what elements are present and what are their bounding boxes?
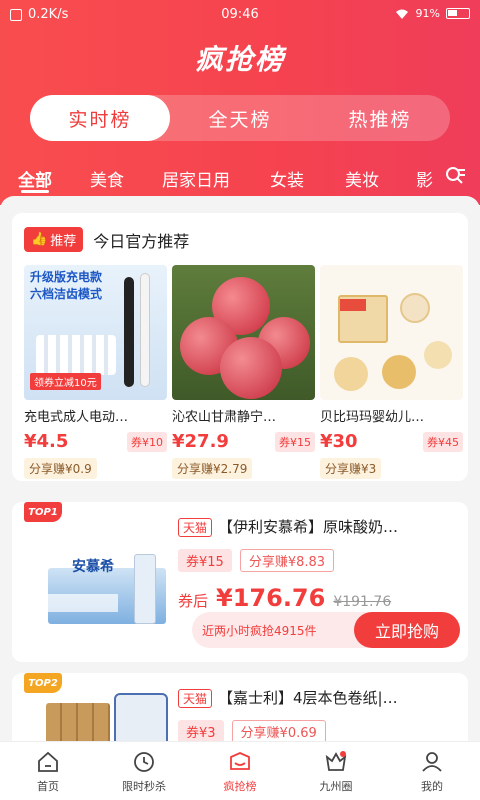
recommend-item-name: 贝比玛玛婴幼儿…	[320, 410, 425, 425]
tmall-badge: 天猫	[178, 689, 213, 708]
status-bar: 0.2K/s 09:46 91%	[0, 0, 480, 30]
tab-ranking[interactable]: 疯抢榜	[192, 742, 288, 800]
rank-badge: TOP2	[24, 673, 62, 693]
image-caption-1: 升级版充电款	[30, 270, 103, 284]
battery-icon	[446, 8, 470, 19]
recommend-item-share: 分享赚¥0.9	[24, 458, 97, 479]
rank-badge: TOP1	[24, 502, 62, 522]
tab-label: 九州圈	[319, 779, 353, 793]
apple-image	[172, 265, 315, 400]
category-active-indicator	[21, 190, 49, 193]
image-caption-2: 六档洁齿模式	[30, 287, 103, 301]
tab-label: 限时秒杀	[122, 779, 166, 793]
segment-hot[interactable]: 热推榜	[310, 95, 450, 141]
category-menu-icon[interactable]	[444, 165, 466, 187]
tab-home[interactable]: 首页	[0, 742, 96, 800]
product-card[interactable]: TOP2 天猫 【嘉士利】4层本色卷纸|… 券¥3 分享赚¥0.69	[12, 673, 468, 741]
recommend-item-price: ¥30	[320, 431, 358, 452]
recommend-item[interactable]: 沁农山甘肃静宁… ¥27.9 券¥15 分享赚¥2.79	[172, 265, 315, 479]
tissue-image	[42, 693, 172, 741]
recommend-item-price: ¥4.5	[24, 431, 69, 452]
ranking-segment-control: 实时榜 全天榜 热推榜	[30, 95, 450, 141]
product-title-text: 【嘉士利】4层本色卷纸|…	[218, 689, 398, 707]
category-tab-more[interactable]: 影	[416, 166, 433, 191]
tab-flash-sale[interactable]: 限时秒杀	[96, 742, 192, 800]
wifi-icon	[395, 9, 408, 19]
bottom-tab-bar: 首页 限时秒杀 疯抢榜 九州圈 我的	[0, 741, 480, 800]
recommend-item-price: ¥27.9	[172, 431, 229, 452]
image-brand: 安慕希	[72, 559, 114, 575]
category-tab-beauty[interactable]: 美妆	[345, 166, 379, 191]
toothbrush-image: 升级版充电款 六档洁齿模式 领券立减10元	[24, 265, 167, 400]
product-title: 天猫 【伊利安慕希】原味酸奶…	[178, 516, 458, 537]
recommend-card: 👍 推荐 今日官方推荐 升级版充电款 六档洁齿模式 领券立减10元 充电式成人电…	[12, 213, 468, 481]
image-promo-tag: 领券立减10元	[30, 373, 101, 390]
tmall-badge: 天猫	[178, 518, 213, 537]
battery-percent: 91%	[415, 7, 440, 20]
product-card[interactable]: TOP1 安慕希 天猫 【伊利安慕希】原味酸奶… 券¥15 分享赚¥8.83 券后…	[12, 502, 468, 662]
recommend-title: 今日官方推荐	[93, 231, 190, 251]
recommend-item[interactable]: 升级版充电款 六档洁齿模式 领券立减10元 充电式成人电动… ¥4.5 券¥10…	[24, 265, 167, 479]
after-coupon-label: 券后	[178, 592, 209, 610]
sales-note: 近两小时疯抢4915件	[202, 623, 317, 638]
recommend-item-share: 分享赚¥3	[320, 458, 382, 479]
share-earn-tag: 分享赚¥0.69	[231, 720, 326, 741]
category-tab-home[interactable]: 居家日用	[162, 166, 230, 191]
recommend-badge: 👍 推荐	[24, 227, 84, 252]
page-title: 疯抢榜	[194, 43, 285, 76]
segment-all-day[interactable]: 全天榜	[170, 95, 310, 141]
recommend-item-name: 沁农山甘肃静宁…	[172, 410, 277, 425]
coupon-tag: 券¥15	[178, 549, 232, 572]
recommend-item-coupon: 券¥10	[127, 431, 167, 452]
home-icon	[38, 751, 58, 772]
flash-sale-icon	[134, 751, 154, 772]
recommend-item[interactable]: 贝比玛玛婴幼儿… ¥30 券¥45 分享赚¥3	[320, 265, 463, 479]
coupon-tag: 券¥3	[178, 720, 224, 741]
yogurt-image: 安慕希	[42, 532, 172, 642]
tab-profile[interactable]: 我的	[384, 742, 480, 800]
category-tab-all[interactable]: 全部	[18, 166, 52, 191]
header: 0.2K/s 09:46 91% 疯抢榜 实时榜 全天榜 热推榜 全部 美食 居…	[0, 0, 480, 205]
buy-now-button[interactable]: 立即抢购	[354, 612, 460, 648]
product-title: 天猫 【嘉士利】4层本色卷纸|…	[178, 687, 458, 708]
baby-food-image	[320, 265, 463, 400]
tab-label: 我的	[421, 779, 443, 793]
product-title-text: 【伊利安慕希】原味酸奶…	[218, 518, 399, 536]
thumbs-up-icon: 👍	[31, 232, 48, 247]
ranking-icon	[230, 751, 250, 770]
tab-community[interactable]: 九州圈	[288, 742, 384, 800]
original-price: ¥191.76	[333, 594, 392, 610]
share-earn-tag: 分享赚¥8.83	[239, 549, 335, 572]
profile-icon	[422, 751, 442, 772]
community-icon	[325, 750, 347, 771]
recommend-item-share: 分享赚¥2.79	[172, 458, 253, 479]
recommend-item-coupon: 券¥15	[275, 431, 315, 452]
buy-row: 近两小时疯抢4915件 立即抢购	[192, 612, 460, 648]
category-tab-womens[interactable]: 女装	[270, 166, 304, 191]
ranking-list[interactable]: 👍 推荐 今日官方推荐 升级版充电款 六档洁齿模式 领券立减10元 充电式成人电…	[0, 196, 480, 741]
category-tabs: 全部 美食 居家日用 女装 美妆 影	[0, 158, 480, 194]
category-tab-food[interactable]: 美食	[90, 166, 124, 191]
recommend-item-coupon: 券¥45	[423, 431, 463, 452]
tab-label: 疯抢榜	[223, 779, 257, 793]
recommend-item-name: 充电式成人电动…	[24, 410, 129, 425]
tab-label: 首页	[37, 779, 59, 793]
segment-realtime[interactable]: 实时榜	[30, 95, 170, 141]
after-coupon-price: ¥176.76	[216, 584, 326, 612]
recommend-badge-label: 推荐	[50, 234, 77, 249]
